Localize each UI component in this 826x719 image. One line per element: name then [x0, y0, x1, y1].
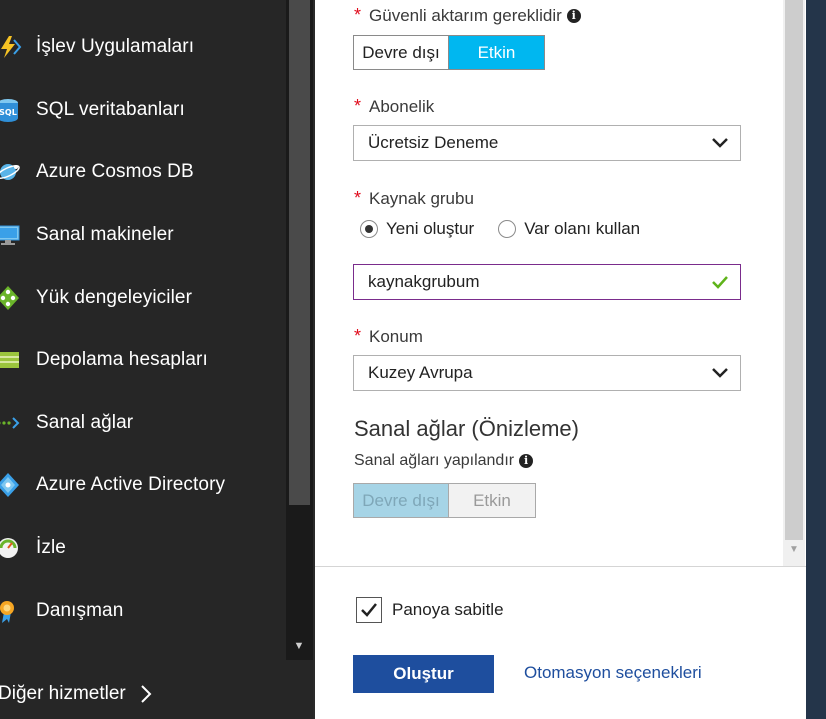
- required-asterisk: *: [354, 96, 362, 116]
- sidebar-item-label: Danışman: [36, 599, 124, 621]
- resource-group-value: kaynakgrubum: [368, 272, 480, 291]
- checkbox-checked-icon: [356, 597, 382, 623]
- radio-unchecked-icon: [498, 220, 517, 238]
- subscription-value: Ücretsiz Deneme: [368, 133, 499, 152]
- sidebar-item-monitor[interactable]: İzle: [0, 517, 286, 580]
- chevron-down-icon: [712, 368, 728, 378]
- secure-transfer-label: * Güvenli aktarım gereklidir i: [354, 5, 581, 26]
- scroll-down-arrow-icon[interactable]: ▼: [785, 543, 803, 557]
- sidebar-item-label: Azure Cosmos DB: [36, 161, 194, 183]
- sidebar-item-cosmos-db[interactable]: Azure Cosmos DB: [0, 141, 286, 204]
- vnet-disabled-option[interactable]: Devre dışı: [354, 484, 449, 517]
- location-value: Kuzey Avrupa: [368, 363, 473, 382]
- automation-options-link[interactable]: Otomasyon seçenekleri: [524, 663, 702, 683]
- pin-to-dashboard-checkbox[interactable]: Panoya sabitle: [356, 597, 504, 623]
- advisor-icon: [0, 600, 14, 623]
- sidebar-item-label: Sanal makineler: [36, 224, 174, 246]
- secure-transfer-toggle: Devre dışı Etkin: [353, 35, 545, 70]
- sidebar-item-active-directory[interactable]: Azure Active Directory: [0, 454, 286, 517]
- active-directory-icon: [0, 473, 19, 498]
- sidebar-scroll-thumb[interactable]: [289, 0, 310, 505]
- sidebar-item-advisor[interactable]: Danışman: [0, 579, 286, 642]
- resource-group-label: * Kaynak grubu: [354, 188, 474, 208]
- lightning-icon: [1, 36, 22, 59]
- sidebar-item-load-balancers[interactable]: Yük dengeleyiciler: [0, 266, 286, 329]
- required-asterisk: *: [354, 326, 362, 346]
- sidebar-item-sql-databases[interactable]: SQL SQL veritabanları: [0, 79, 286, 142]
- chevron-down-icon: [712, 138, 728, 148]
- subscription-label: * Abonelik: [354, 96, 435, 116]
- more-services-link[interactable]: Diğer hizmetler: [0, 676, 152, 712]
- sidebar-item-virtual-machines[interactable]: Sanal makineler: [0, 204, 286, 267]
- sidebar-item-label: SQL veritabanları: [36, 98, 185, 120]
- info-icon[interactable]: i: [566, 8, 581, 23]
- vnet-enabled-option[interactable]: Etkin: [449, 484, 535, 517]
- sidebar-item-label: İzle: [36, 537, 66, 559]
- sidebar: İşlev Uygulamaları SQL SQL veritabanları…: [0, 0, 313, 719]
- sidebar-item-label: Depolama hesapları: [36, 349, 208, 371]
- sidebar-item-label: Yük dengeleyiciler: [36, 286, 192, 308]
- sidebar-item-function-apps[interactable]: İşlev Uygulamaları: [0, 16, 286, 79]
- use-existing-radio[interactable]: Var olanı kullan: [498, 219, 640, 239]
- cosmos-db-icon: [0, 164, 20, 181]
- sidebar-item-storage-accounts[interactable]: Depolama hesapları: [0, 329, 286, 392]
- resource-group-radio-group: Yeni oluştur Var olanı kullan: [360, 219, 664, 239]
- virtual-networks-section-title: Sanal ağlar (Önizleme): [354, 416, 579, 441]
- required-asterisk: *: [354, 188, 362, 208]
- svg-text:SQL: SQL: [0, 108, 17, 117]
- blade-scroll-thumb[interactable]: [785, 0, 803, 540]
- storage-account-icon: [0, 352, 19, 369]
- resource-group-input[interactable]: kaynakgrubum: [353, 264, 741, 300]
- radio-checked-icon: [360, 220, 378, 238]
- more-services-label: Diğer hizmetler: [0, 683, 126, 704]
- create-button[interactable]: Oluştur: [353, 655, 494, 693]
- create-new-radio[interactable]: Yeni oluştur: [360, 219, 474, 239]
- sidebar-item-label: Sanal ağlar: [36, 411, 134, 433]
- secure-transfer-enabled-option[interactable]: Etkin: [449, 36, 544, 69]
- load-balancer-icon: [0, 285, 19, 310]
- monitor-icon: [0, 538, 18, 559]
- location-select[interactable]: Kuzey Avrupa: [353, 355, 741, 391]
- virtual-network-icon: [0, 417, 20, 429]
- location-label: * Konum: [354, 326, 423, 346]
- info-icon[interactable]: i: [519, 454, 534, 468]
- sql-database-icon: SQL: [0, 98, 18, 122]
- background-strip: [806, 0, 826, 719]
- virtual-machine-icon: [0, 225, 20, 246]
- sidebar-item-virtual-networks[interactable]: Sanal ağlar: [0, 392, 286, 455]
- footer-divider: [315, 566, 806, 567]
- sidebar-item-label: İşlev Uygulamaları: [36, 36, 195, 58]
- secure-transfer-disabled-option[interactable]: Devre dışı: [354, 36, 449, 69]
- required-asterisk: *: [354, 5, 362, 25]
- virtual-networks-toggle: Devre dışı Etkin: [353, 483, 536, 518]
- subscription-select[interactable]: Ücretsiz Deneme: [353, 125, 741, 161]
- pin-to-dashboard-label: Panoya sabitle: [392, 600, 504, 619]
- checkmark-icon: [712, 276, 728, 289]
- scroll-down-arrow-icon[interactable]: ▼: [291, 639, 307, 653]
- configure-vnet-label: Sanal ağları yapılandır i: [354, 452, 534, 470]
- sidebar-item-label: Azure Active Directory: [36, 474, 226, 496]
- chevron-right-icon: [141, 685, 152, 703]
- sidebar-nav: İşlev Uygulamaları SQL SQL veritabanları…: [0, 16, 286, 642]
